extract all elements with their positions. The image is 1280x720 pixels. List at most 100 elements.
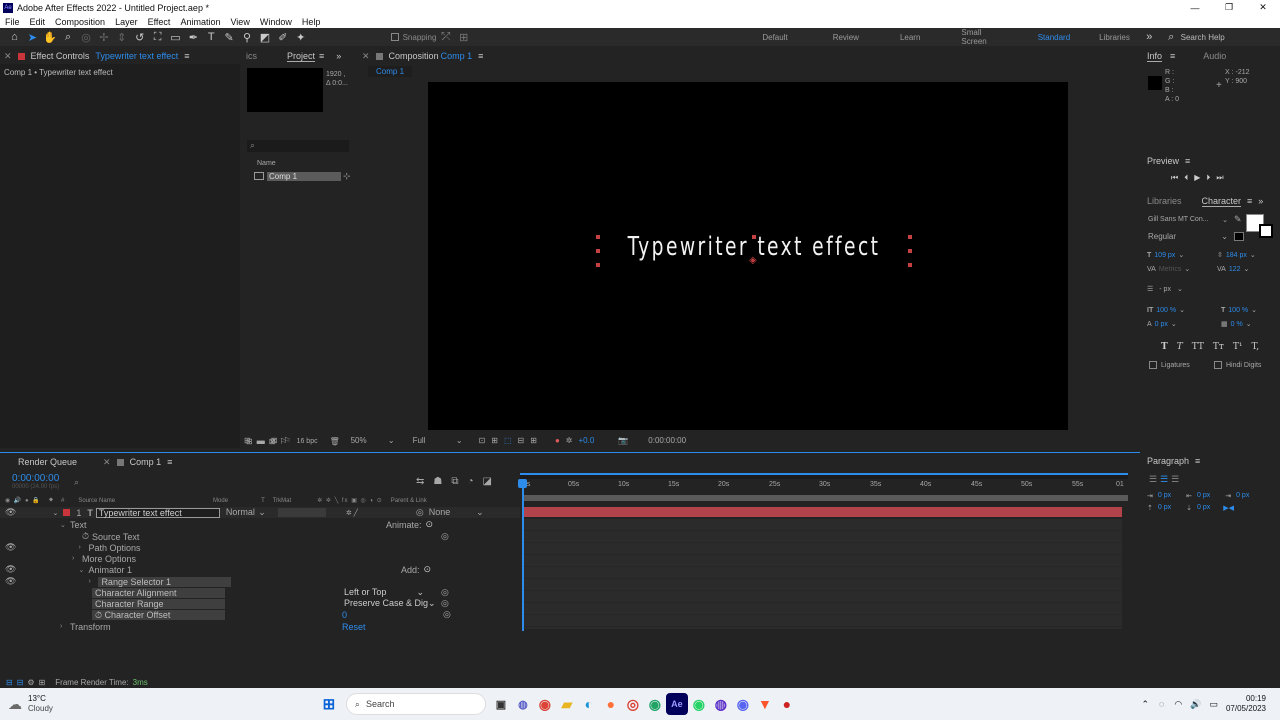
guides-icon[interactable]: ⊟ bbox=[518, 436, 525, 445]
range-selector-group[interactable]: Range Selector 1 bbox=[98, 576, 232, 587]
whatsapp-icon[interactable]: ◉ bbox=[688, 693, 710, 715]
font-size-value[interactable]: 109 px bbox=[1154, 252, 1175, 259]
indent-right-value[interactable]: 0 px bbox=[1197, 492, 1210, 500]
menu-composition[interactable]: Composition bbox=[50, 17, 110, 27]
menu-layer[interactable]: Layer bbox=[110, 17, 143, 27]
stroke-color-swatch[interactable] bbox=[1259, 224, 1273, 238]
align-left-icon[interactable]: ☰ bbox=[1149, 474, 1157, 485]
menu-edit[interactable]: Edit bbox=[25, 17, 51, 27]
type-tool-icon[interactable]: T bbox=[203, 29, 220, 46]
home-icon[interactable]: ⌂ bbox=[6, 29, 23, 46]
more-options-group[interactable]: More Options bbox=[82, 554, 136, 564]
eraser-tool-icon[interactable]: ◩ bbox=[256, 29, 273, 46]
ligatures-checkbox[interactable] bbox=[1149, 361, 1157, 369]
3d-view-icon[interactable]: ▬ bbox=[257, 436, 265, 445]
superscript-button[interactable]: T¹ bbox=[1233, 342, 1243, 352]
audio-tab[interactable]: Audio bbox=[1203, 51, 1226, 61]
black-white-swatch[interactable] bbox=[1234, 232, 1244, 241]
task-view-icon[interactable]: ▣ bbox=[490, 693, 512, 715]
timeline-search[interactable]: ⌕ bbox=[74, 477, 404, 487]
pan-tool-icon[interactable]: ✢ bbox=[95, 29, 112, 46]
panel-menu-icon[interactable]: ≡ bbox=[184, 51, 189, 61]
time-navigator[interactable] bbox=[520, 473, 1128, 479]
render-queue-tab[interactable]: Render Queue bbox=[18, 457, 77, 467]
tsume-value[interactable]: 0 % bbox=[1231, 321, 1243, 328]
range-eye-icon[interactable]: 👁 bbox=[5, 576, 16, 587]
close-button[interactable]: ✕ bbox=[1246, 2, 1280, 13]
first-frame-icon[interactable]: ⏮ bbox=[1171, 173, 1178, 183]
status-icon-1[interactable]: ⊟ bbox=[6, 678, 13, 687]
tracking-value[interactable]: 122 bbox=[1229, 266, 1241, 273]
weather-icon[interactable]: ☁ bbox=[8, 696, 22, 713]
comp-subtab[interactable]: Comp 1 bbox=[368, 66, 413, 77]
animator-add-button[interactable]: ⊙ bbox=[424, 564, 432, 575]
char-alignment-pickwhip[interactable]: ◎ bbox=[441, 587, 449, 598]
comp-current-time[interactable]: 0:00:00:00 bbox=[648, 436, 686, 445]
rectangle-tool-icon[interactable]: ▭ bbox=[167, 29, 184, 46]
workspace-libraries[interactable]: Libraries bbox=[1099, 33, 1130, 42]
status-icon-2[interactable]: ⊟ bbox=[17, 678, 24, 687]
faux-bold-button[interactable]: T bbox=[1161, 342, 1168, 352]
maximize-button[interactable]: ❐ bbox=[1212, 2, 1246, 13]
next-frame-icon[interactable]: ⏵ bbox=[1206, 173, 1210, 183]
tray-app-icon[interactable]: ◌ bbox=[1159, 699, 1164, 709]
timeline-comp-tab[interactable]: Comp 1 bbox=[130, 457, 162, 467]
transparency-grid-icon[interactable]: ⊞ bbox=[491, 436, 498, 445]
workspace-default[interactable]: Default bbox=[762, 33, 787, 42]
more-workspaces-icon[interactable]: » bbox=[1141, 29, 1158, 46]
character-menu-icon[interactable]: ≡ bbox=[1247, 196, 1252, 206]
close-comp-icon[interactable]: ✕ bbox=[362, 51, 370, 62]
char-range-pickwhip[interactable]: ◎ bbox=[441, 598, 449, 609]
align-right-icon[interactable]: ☰ bbox=[1171, 474, 1179, 485]
exposure-icon[interactable]: ✲ bbox=[566, 436, 573, 445]
mask-visibility-icon[interactable]: ⬚ bbox=[504, 436, 512, 445]
mode-header[interactable]: Mode bbox=[213, 498, 228, 504]
safe-margins-icon[interactable]: ⊞ bbox=[530, 436, 537, 445]
info-menu-icon[interactable]: ≡ bbox=[1170, 51, 1175, 61]
comp-panel-menu-icon[interactable]: ≡ bbox=[478, 51, 483, 61]
path-options-group[interactable]: Path Options bbox=[88, 543, 140, 553]
stroke-width-value[interactable]: - px bbox=[1159, 286, 1171, 293]
layer-visibility-icon[interactable]: 👁 bbox=[5, 507, 16, 518]
preview-settings-icon[interactable]: ⊠ bbox=[271, 436, 278, 445]
app-green-icon[interactable]: ◉ bbox=[644, 693, 666, 715]
puppet-pin-icon[interactable]: ✦ bbox=[292, 29, 309, 46]
shy-layers-icon[interactable]: ⧉ bbox=[451, 476, 458, 487]
workspace-learn[interactable]: Learn bbox=[900, 33, 920, 42]
roto-brush-icon[interactable]: ✐ bbox=[274, 29, 291, 46]
animate-add-button[interactable]: ⊙ bbox=[426, 519, 434, 530]
trkmat-header[interactable]: TrkMat bbox=[273, 498, 291, 504]
character-range-select[interactable]: Preserve Case & Dig ⌄ bbox=[344, 598, 436, 609]
wifi-icon[interactable]: ◠ bbox=[1174, 699, 1182, 710]
timeline-menu-icon[interactable]: ≡ bbox=[167, 457, 172, 467]
volume-icon[interactable]: 🔊 bbox=[1190, 699, 1201, 710]
comp-viewer[interactable]: ◈ Typewriter text effect bbox=[428, 82, 1068, 430]
snap-option-icon[interactable]: ⤱ bbox=[437, 29, 454, 46]
small-caps-button[interactable]: Tт bbox=[1213, 342, 1224, 352]
char-offset-pickwhip[interactable]: ◎ bbox=[443, 609, 451, 620]
trkmat-select[interactable] bbox=[277, 508, 326, 517]
start-button-icon[interactable]: ⊞ bbox=[318, 693, 340, 715]
preview-menu-icon[interactable]: ≡ bbox=[1185, 156, 1190, 166]
search-help-input[interactable]: Search Help bbox=[1181, 33, 1280, 42]
pen-tool-icon[interactable]: ✒ bbox=[185, 29, 202, 46]
layer-row[interactable]: 👁 ⌄ 1 T Typewriter text effect Normal ⌄ ✲… bbox=[0, 507, 520, 518]
vertical-scale-value[interactable]: 100 % bbox=[1156, 307, 1176, 314]
layer-name-field[interactable]: Typewriter text effect bbox=[95, 507, 220, 518]
project-item-comp[interactable]: Comp 1 ⊹ bbox=[244, 170, 352, 182]
menu-file[interactable]: File bbox=[0, 17, 25, 27]
prev-frame-icon[interactable]: ⏴ bbox=[1184, 173, 1188, 183]
font-style-select[interactable]: Regular ⌄ bbox=[1148, 232, 1228, 241]
rotate-tool-icon[interactable]: ↺ bbox=[131, 29, 148, 46]
work-area-bar[interactable] bbox=[522, 495, 1128, 501]
project-search[interactable]: ⌕ bbox=[247, 140, 349, 152]
layer-expand-twisty[interactable]: ⌄ bbox=[52, 509, 58, 517]
minimize-button[interactable]: — bbox=[1178, 3, 1212, 13]
chrome-icon[interactable]: ◉ bbox=[534, 693, 556, 715]
subscript-button[interactable]: T, bbox=[1252, 342, 1260, 352]
text-property-group[interactable]: Text bbox=[70, 520, 87, 530]
layer-label-color[interactable] bbox=[63, 509, 71, 516]
indent-first-value[interactable]: 0 px bbox=[1236, 492, 1249, 500]
orbit-tool-icon[interactable]: ◎ bbox=[78, 29, 95, 46]
selection-tool-icon[interactable]: ➤ bbox=[24, 29, 41, 46]
